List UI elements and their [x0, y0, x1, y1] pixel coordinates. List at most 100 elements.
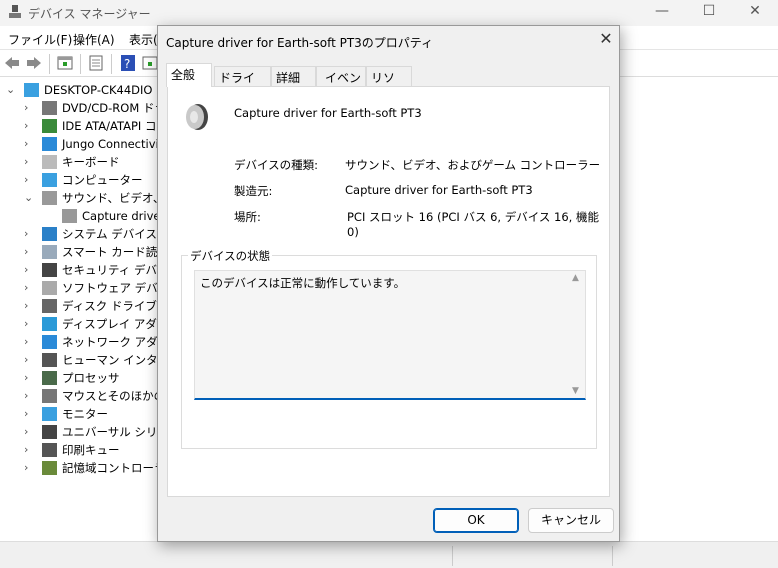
forward-icon[interactable]	[26, 55, 42, 71]
tree-item[interactable]: › ソフトウェア デバイス	[0, 279, 160, 297]
tree-item[interactable]: › モニター	[0, 405, 160, 423]
chevron-down-icon[interactable]: ⌄	[6, 81, 16, 99]
device-status-textbox[interactable]: このデバイスは正常に動作しています。 ▲ ▼	[194, 270, 586, 400]
tree-item[interactable]: › ネットワーク アダプター	[0, 333, 160, 351]
toolbar-separator	[49, 54, 50, 74]
tree-root[interactable]: ⌄ DESKTOP-CK44DIO	[0, 81, 160, 99]
tree-item[interactable]: › プロセッサ	[0, 369, 160, 387]
cancel-button[interactable]: キャンセル	[528, 508, 614, 533]
chevron-right-icon[interactable]: ›	[24, 369, 34, 387]
tree-item[interactable]: › DVD/CD-ROM ドライブ	[0, 99, 160, 117]
chevron-right-icon[interactable]: ›	[24, 171, 34, 189]
tab-general[interactable]: 全般	[166, 63, 212, 87]
chevron-right-icon[interactable]: ›	[24, 225, 34, 243]
chevron-right-icon[interactable]: ›	[24, 117, 34, 135]
chevron-right-icon[interactable]: ›	[24, 405, 34, 423]
svg-text:?: ?	[124, 57, 130, 71]
tree-item[interactable]: › IDE ATA/ATAPI コントローラー	[0, 117, 160, 135]
chevron-right-icon[interactable]: ›	[24, 333, 34, 351]
tab-resources[interactable]: リソース	[366, 66, 412, 102]
usb-icon	[42, 425, 57, 439]
processor-icon	[42, 371, 57, 385]
menu-file[interactable]: ファイル(F)	[8, 31, 72, 48]
chevron-right-icon[interactable]: ›	[24, 315, 34, 333]
tree-item-label: Capture driver for Earth-soft PT3	[82, 209, 160, 223]
computer-icon	[24, 83, 39, 97]
tab-details[interactable]: 詳細	[271, 66, 316, 86]
tree-item[interactable]: › ディスプレイ アダプター	[0, 315, 160, 333]
tree-item[interactable]: › スマート カード読み取り装置	[0, 243, 160, 261]
menu-action[interactable]: 操作(A)	[73, 31, 115, 48]
scroll-up-icon[interactable]: ▲	[572, 273, 579, 283]
tree-item[interactable]: › Jungo Connectivity	[0, 135, 160, 153]
chevron-right-icon[interactable]: ›	[24, 279, 34, 297]
chevron-right-icon[interactable]: ›	[24, 387, 34, 405]
chevron-right-icon[interactable]: ›	[24, 243, 34, 261]
chevron-right-icon[interactable]: ›	[24, 351, 34, 369]
chevron-right-icon[interactable]: ›	[24, 135, 34, 153]
tree-item[interactable]: › ユニバーサル シリアル バス コントローラー	[0, 423, 160, 441]
device-name: Capture driver for Earth-soft PT3	[234, 106, 422, 120]
ok-button[interactable]: OK	[433, 508, 519, 533]
status-scrollbar[interactable]: ▲ ▼	[569, 271, 585, 398]
tree-item[interactable]: Capture driver for Earth-soft PT3	[0, 207, 160, 225]
tree-item-label: 記憶域コントローラー	[62, 461, 160, 475]
device-status-legend: デバイスの状態	[188, 248, 273, 264]
printer-icon	[42, 443, 57, 457]
tree-item-label: サウンド、ビデオ、およびゲーム コントローラー	[62, 191, 160, 205]
maximize-button[interactable]: ☐	[694, 3, 724, 23]
chevron-right-icon[interactable]: ›	[24, 261, 34, 279]
manufacturer-label: 製造元:	[234, 184, 273, 198]
tree-item[interactable]: › マウスとそのほかのポインティング デバイス	[0, 387, 160, 405]
tree-item[interactable]: › 記憶域コントローラー	[0, 459, 160, 477]
smartcard-icon	[42, 245, 57, 259]
tree-item-label: IDE ATA/ATAPI コントローラー	[62, 119, 160, 133]
chevron-right-icon[interactable]: ›	[24, 423, 34, 441]
hid-icon	[42, 353, 57, 367]
dvd-icon	[42, 101, 57, 115]
help-icon[interactable]: ?	[120, 55, 136, 71]
tree-item[interactable]: › コンピューター	[0, 171, 160, 189]
tree-item[interactable]: › 印刷キュー	[0, 441, 160, 459]
minimize-button[interactable]: —	[647, 3, 677, 23]
back-icon[interactable]	[4, 55, 20, 71]
tree-item-label: ディスプレイ アダプター	[62, 317, 160, 331]
keyboard-icon	[42, 155, 57, 169]
scroll-down-icon[interactable]: ▼	[572, 386, 579, 396]
tab-driver[interactable]: ドライバー	[214, 66, 271, 102]
toolbar-separator	[80, 54, 81, 74]
chevron-down-icon[interactable]: ⌄	[24, 189, 34, 207]
menu-view[interactable]: 表示(	[129, 31, 158, 48]
chevron-right-icon[interactable]: ›	[24, 441, 34, 459]
chevron-right-icon[interactable]: ›	[24, 297, 34, 315]
tree-item[interactable]: ⌄ サウンド、ビデオ、およびゲーム コントローラー	[0, 189, 160, 207]
tree-item-label: スマート カード読み取り装置	[62, 245, 160, 259]
device-type-value: サウンド、ビデオ、およびゲーム コントローラー	[345, 158, 601, 172]
chevron-right-icon[interactable]: ›	[24, 459, 34, 477]
tree-item-label: マウスとそのほかのポインティング デバイス	[62, 389, 160, 403]
tree-item[interactable]: › キーボード	[0, 153, 160, 171]
tree-item-label: DVD/CD-ROM ドライブ	[62, 101, 160, 115]
mouse-icon	[42, 389, 57, 403]
close-window-button[interactable]: ✕	[740, 3, 770, 23]
tree-item[interactable]: › セキュリティ デバイス	[0, 261, 160, 279]
properties-icon[interactable]	[88, 55, 104, 71]
dialog-close-button[interactable]: ✕	[594, 29, 618, 51]
speaker-icon	[186, 104, 208, 130]
action-pane-icon[interactable]	[142, 55, 158, 71]
tree-item[interactable]: › ヒューマン インターフェイス デバイス	[0, 351, 160, 369]
monitor-icon	[42, 407, 57, 421]
speaker-icon	[62, 209, 77, 223]
tree-item[interactable]: › ディスク ドライブ	[0, 297, 160, 315]
tree-item-label: ディスク ドライブ	[62, 299, 157, 313]
tree-item-label: コンピューター	[62, 173, 143, 187]
tree-item-label: ユニバーサル シリアル バス コントローラー	[62, 425, 160, 439]
device-tree: ⌄ DESKTOP-CK44DIO › DVD/CD-ROM ドライブ › IDE ATA…	[0, 80, 160, 540]
tab-events[interactable]: イベント	[316, 66, 366, 102]
tree-item-label: セキュリティ デバイス	[62, 263, 160, 277]
console-tree-icon[interactable]	[57, 55, 73, 71]
tree-item[interactable]: › システム デバイス	[0, 225, 160, 243]
speaker-icon	[42, 191, 57, 205]
chevron-right-icon[interactable]: ›	[24, 153, 34, 171]
chevron-right-icon[interactable]: ›	[24, 99, 34, 117]
